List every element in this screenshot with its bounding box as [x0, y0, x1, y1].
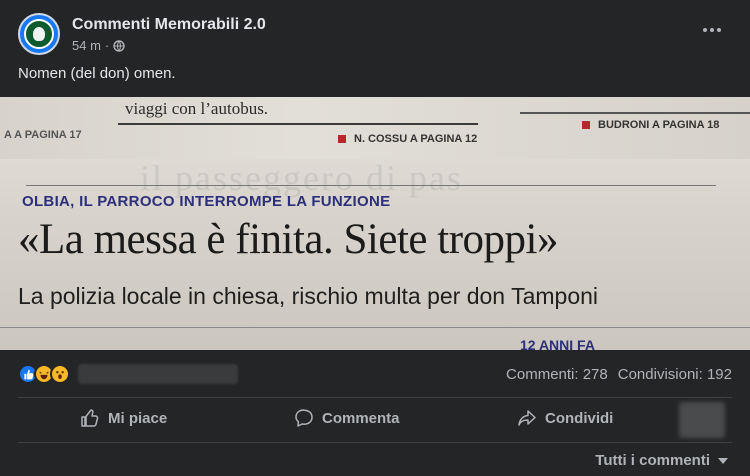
page-name[interactable]: Commenti Memorabili 2.0: [72, 15, 266, 35]
engagement-counts: Commenti: 278 Condivisioni: 192: [506, 366, 732, 383]
share-button[interactable]: Condividi: [517, 408, 613, 428]
action-bar: Mi piace Commenta Condividi: [18, 398, 732, 442]
red-square-icon: [582, 121, 590, 129]
newspaper-ref-left: A A PAGINA 17: [4, 129, 82, 141]
all-comments-label: Tutti i commenti: [595, 452, 710, 469]
reactors-names-redacted: [78, 364, 238, 384]
engagement-stats: Commenti: 278 Condivisioni: 192: [18, 362, 732, 386]
newspaper-rule: [0, 327, 750, 328]
post-header: Commenti Memorabili 2.0 54 m ·: [18, 12, 266, 56]
newspaper-rule: [26, 185, 716, 186]
post-header-text: Commenti Memorabili 2.0 54 m ·: [72, 15, 266, 53]
newspaper-rule: [118, 123, 478, 125]
all-comments-filter[interactable]: Tutti i commenti: [595, 452, 728, 469]
newspaper-headline: «La messa è finita. Siete troppi»: [18, 216, 558, 263]
comment-label: Commenta: [322, 409, 400, 427]
chevron-down-icon: [718, 457, 728, 464]
globe-icon: [113, 39, 125, 52]
thumbs-up-icon: [81, 409, 99, 427]
viewer-avatar-redacted[interactable]: [679, 402, 725, 438]
avatar-logo: [24, 19, 54, 49]
reaction-summary[interactable]: [18, 364, 70, 384]
comment-bubble-icon: [295, 409, 313, 427]
post-image[interactable]: viaggi con l’autobus. A A PAGINA 17 N. C…: [0, 97, 750, 350]
page-avatar[interactable]: [18, 13, 60, 55]
like-button[interactable]: Mi piace: [80, 408, 167, 428]
ref-mid-text: N. COSSU A PAGINA 12: [354, 133, 478, 145]
post-timestamp[interactable]: 54 m: [72, 38, 101, 53]
post-meta: 54 m ·: [72, 38, 266, 53]
newspaper-kicker: OLBIA, IL PARROCO INTERROMPE LA FUNZIONE: [22, 193, 391, 210]
comments-count[interactable]: Commenti: 278: [506, 366, 608, 383]
facebook-post: Commenti Memorabili 2.0 54 m · Nomen (de…: [0, 0, 750, 476]
ref-right-text: BUDRONI A PAGINA 18: [598, 119, 720, 131]
meta-separator: ·: [104, 38, 110, 53]
newspaper-subhead: La polizia locale in chiesa, rischio mul…: [18, 283, 599, 309]
share-label: Condividi: [545, 409, 614, 427]
newspaper-cut-text: 12 ANNI FA: [520, 337, 595, 350]
newspaper-ref-mid: N. COSSU A PAGINA 12: [338, 133, 477, 145]
shares-count[interactable]: Condivisioni: 192: [618, 366, 732, 383]
wow-reaction-icon: [50, 364, 70, 384]
post-caption: Nomen (del don) omen.: [18, 65, 176, 82]
comment-button[interactable]: Commenta: [294, 408, 400, 428]
divider: [18, 442, 732, 443]
newspaper-top-line: viaggi con l’autobus.: [125, 99, 269, 118]
red-square-icon: [338, 135, 346, 143]
like-label: Mi piace: [108, 409, 168, 427]
newspaper-ref-right: BUDRONI A PAGINA 18: [582, 119, 719, 131]
more-options-icon[interactable]: [700, 22, 724, 38]
newspaper-rule: [520, 112, 750, 114]
share-arrow-icon: [518, 410, 536, 426]
